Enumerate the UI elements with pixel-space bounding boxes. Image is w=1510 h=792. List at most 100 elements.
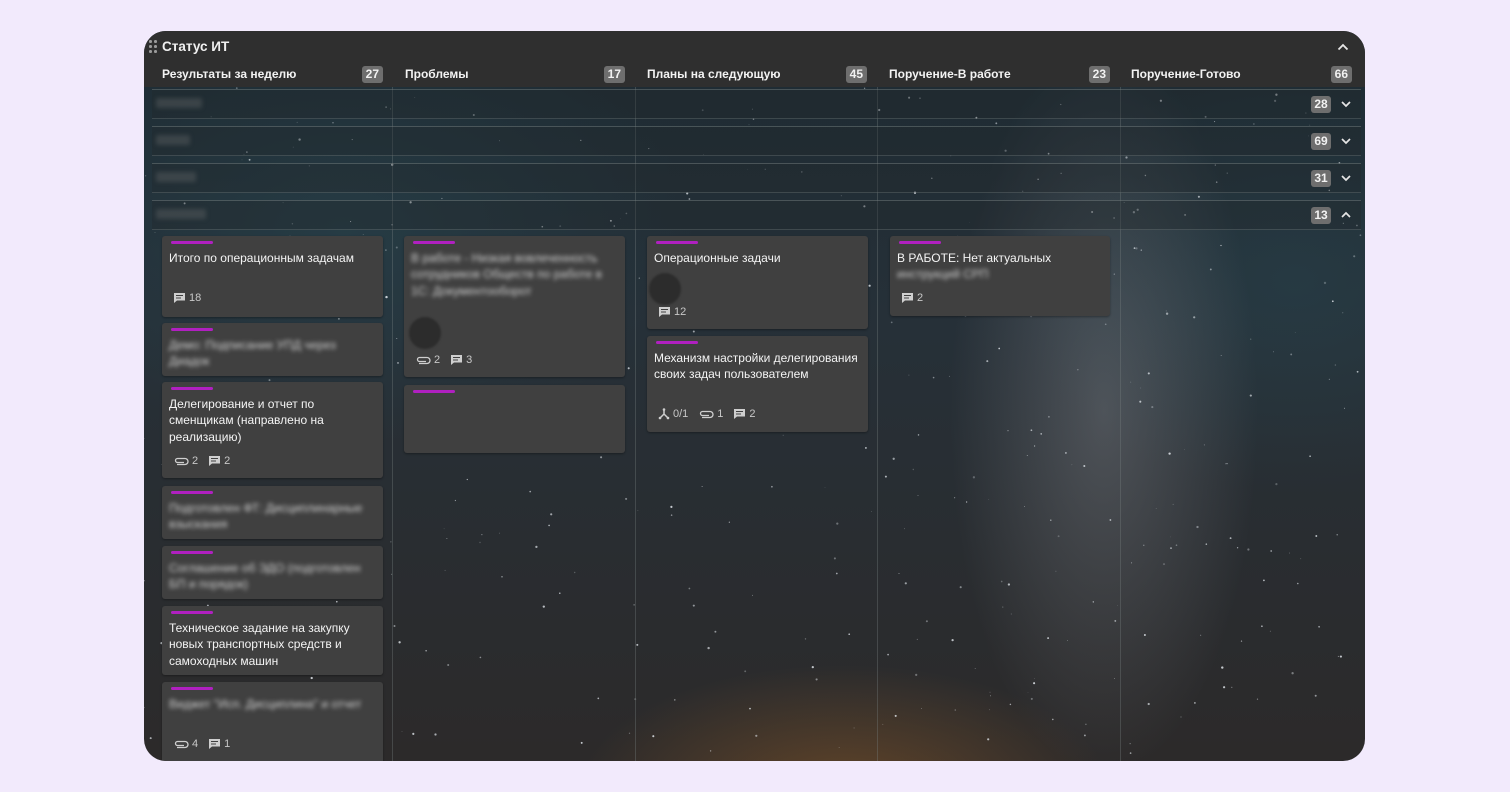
chevron-up-icon[interactable] bbox=[1339, 208, 1353, 222]
star bbox=[1104, 323, 1107, 326]
task-card[interactable]: Соглашение об ЭДО (подготовлен БП и поря… bbox=[162, 546, 383, 599]
task-card[interactable] bbox=[404, 385, 625, 453]
column-header-results[interactable]: Результаты за неделю 27 bbox=[162, 66, 383, 86]
task-card[interactable]: Техническое задание на закупку новых тра… bbox=[162, 606, 383, 675]
card-color-stripe bbox=[171, 491, 213, 494]
star bbox=[1273, 351, 1274, 353]
column-header-in-progress[interactable]: Поручение-В работе 23 bbox=[889, 66, 1110, 86]
swimlane[interactable]: 28 bbox=[152, 89, 1361, 119]
star bbox=[444, 569, 446, 571]
task-card[interactable]: Виджет "Исп. Дисциплина" и отчет 4 1 bbox=[162, 682, 383, 761]
task-card[interactable]: Механизм настройки делегирования своих з… bbox=[647, 336, 868, 432]
star bbox=[1050, 519, 1052, 521]
star bbox=[912, 468, 914, 471]
column-header-done[interactable]: Поручение-Готово 66 bbox=[1131, 66, 1352, 86]
task-card[interactable]: Итого по операционным задачам 18 bbox=[162, 236, 383, 317]
star bbox=[573, 571, 576, 574]
swimlane[interactable]: 13 bbox=[152, 200, 1361, 230]
card-title: Демо: Подписание УПД через Диадок bbox=[169, 338, 336, 369]
task-card[interactable]: Подготовлен ФТ: Дисциплинарные взыскания bbox=[162, 486, 383, 539]
drag-handle-icon[interactable] bbox=[149, 40, 158, 53]
star bbox=[481, 534, 483, 536]
comment-count: 18 bbox=[173, 292, 201, 304]
star bbox=[804, 638, 807, 640]
star bbox=[1261, 625, 1263, 628]
card-title: Делегирование и отчет по сменщикам (напр… bbox=[169, 397, 324, 444]
star bbox=[454, 499, 457, 502]
card-color-stripe bbox=[171, 611, 213, 614]
column-header-plans[interactable]: Планы на следующую 45 bbox=[647, 66, 867, 86]
star bbox=[707, 646, 710, 650]
star bbox=[1125, 156, 1128, 159]
star bbox=[1356, 370, 1359, 373]
star bbox=[954, 497, 956, 499]
swimlane-label bbox=[156, 135, 190, 145]
star bbox=[728, 521, 730, 523]
star bbox=[628, 732, 631, 734]
star bbox=[932, 376, 935, 379]
star bbox=[951, 638, 954, 642]
star bbox=[853, 727, 855, 729]
star bbox=[1147, 372, 1150, 375]
avatar[interactable] bbox=[409, 317, 441, 349]
task-card[interactable]: Делегирование и отчет по сменщикам (напр… bbox=[162, 382, 383, 478]
avatar[interactable] bbox=[649, 273, 681, 305]
star bbox=[149, 737, 152, 740]
star bbox=[466, 478, 468, 481]
star bbox=[1331, 300, 1334, 303]
card-title: В работе - Низкая вовлеченность сотрудни… bbox=[411, 251, 602, 298]
task-card[interactable]: Демо: Подписание УПД через Диадок bbox=[162, 323, 383, 376]
card-title: Виджет "Исп. Дисциплина" и отчет bbox=[169, 697, 362, 711]
card-meta: 0/1 1 2 bbox=[658, 408, 756, 420]
column-header-problems[interactable]: Проблемы 17 bbox=[405, 66, 625, 86]
star bbox=[1334, 364, 1337, 366]
board-title: Статус ИТ bbox=[162, 39, 230, 54]
kanban-board: Статус ИТ Результаты за неделю 27 Пробле… bbox=[144, 31, 1365, 761]
star bbox=[1034, 445, 1036, 447]
star bbox=[580, 741, 583, 744]
column-title: Поручение-Готово bbox=[1131, 67, 1241, 81]
star bbox=[833, 557, 836, 560]
star bbox=[1170, 547, 1172, 550]
star bbox=[1114, 678, 1115, 679]
star bbox=[1172, 503, 1174, 505]
star bbox=[446, 537, 448, 539]
star bbox=[670, 505, 673, 509]
star bbox=[1197, 195, 1200, 198]
star bbox=[1184, 449, 1185, 450]
card-meta: 12 bbox=[658, 306, 686, 318]
chevron-up-icon[interactable] bbox=[1335, 39, 1351, 55]
star bbox=[397, 361, 399, 364]
card-title: Операционные задачи bbox=[654, 251, 781, 265]
chevron-down-icon[interactable] bbox=[1339, 97, 1353, 111]
star bbox=[1294, 332, 1296, 333]
star bbox=[688, 587, 691, 590]
star bbox=[401, 731, 403, 732]
star bbox=[917, 495, 919, 496]
star bbox=[638, 277, 640, 279]
chevron-down-icon[interactable] bbox=[1339, 171, 1353, 185]
star bbox=[1270, 550, 1273, 552]
card-title-blurred: инструкций СРП bbox=[897, 267, 989, 282]
task-card[interactable]: В РАБОТЕ: Нет актуальных инструкций СРП … bbox=[890, 236, 1110, 316]
star bbox=[995, 122, 998, 125]
comment-icon bbox=[174, 293, 185, 303]
star bbox=[1085, 723, 1087, 726]
star bbox=[1353, 255, 1356, 258]
attachment-icon bbox=[700, 410, 714, 419]
column-count-badge: 66 bbox=[1330, 66, 1352, 83]
star bbox=[529, 490, 532, 493]
star bbox=[1328, 378, 1331, 381]
task-card[interactable]: В работе - Низкая вовлеченность сотрудни… bbox=[404, 236, 625, 377]
star bbox=[1297, 582, 1299, 585]
swimlane[interactable]: 31 bbox=[152, 163, 1361, 193]
star bbox=[1034, 678, 1035, 680]
task-card[interactable]: Операционные задачи 12 bbox=[647, 236, 868, 329]
card-color-stripe bbox=[656, 341, 698, 344]
chevron-down-icon[interactable] bbox=[1339, 134, 1353, 148]
star bbox=[824, 487, 826, 488]
comment-count: 2 bbox=[901, 292, 923, 304]
star bbox=[1256, 698, 1259, 700]
swimlane[interactable]: 69 bbox=[152, 126, 1361, 156]
star bbox=[1030, 697, 1033, 700]
